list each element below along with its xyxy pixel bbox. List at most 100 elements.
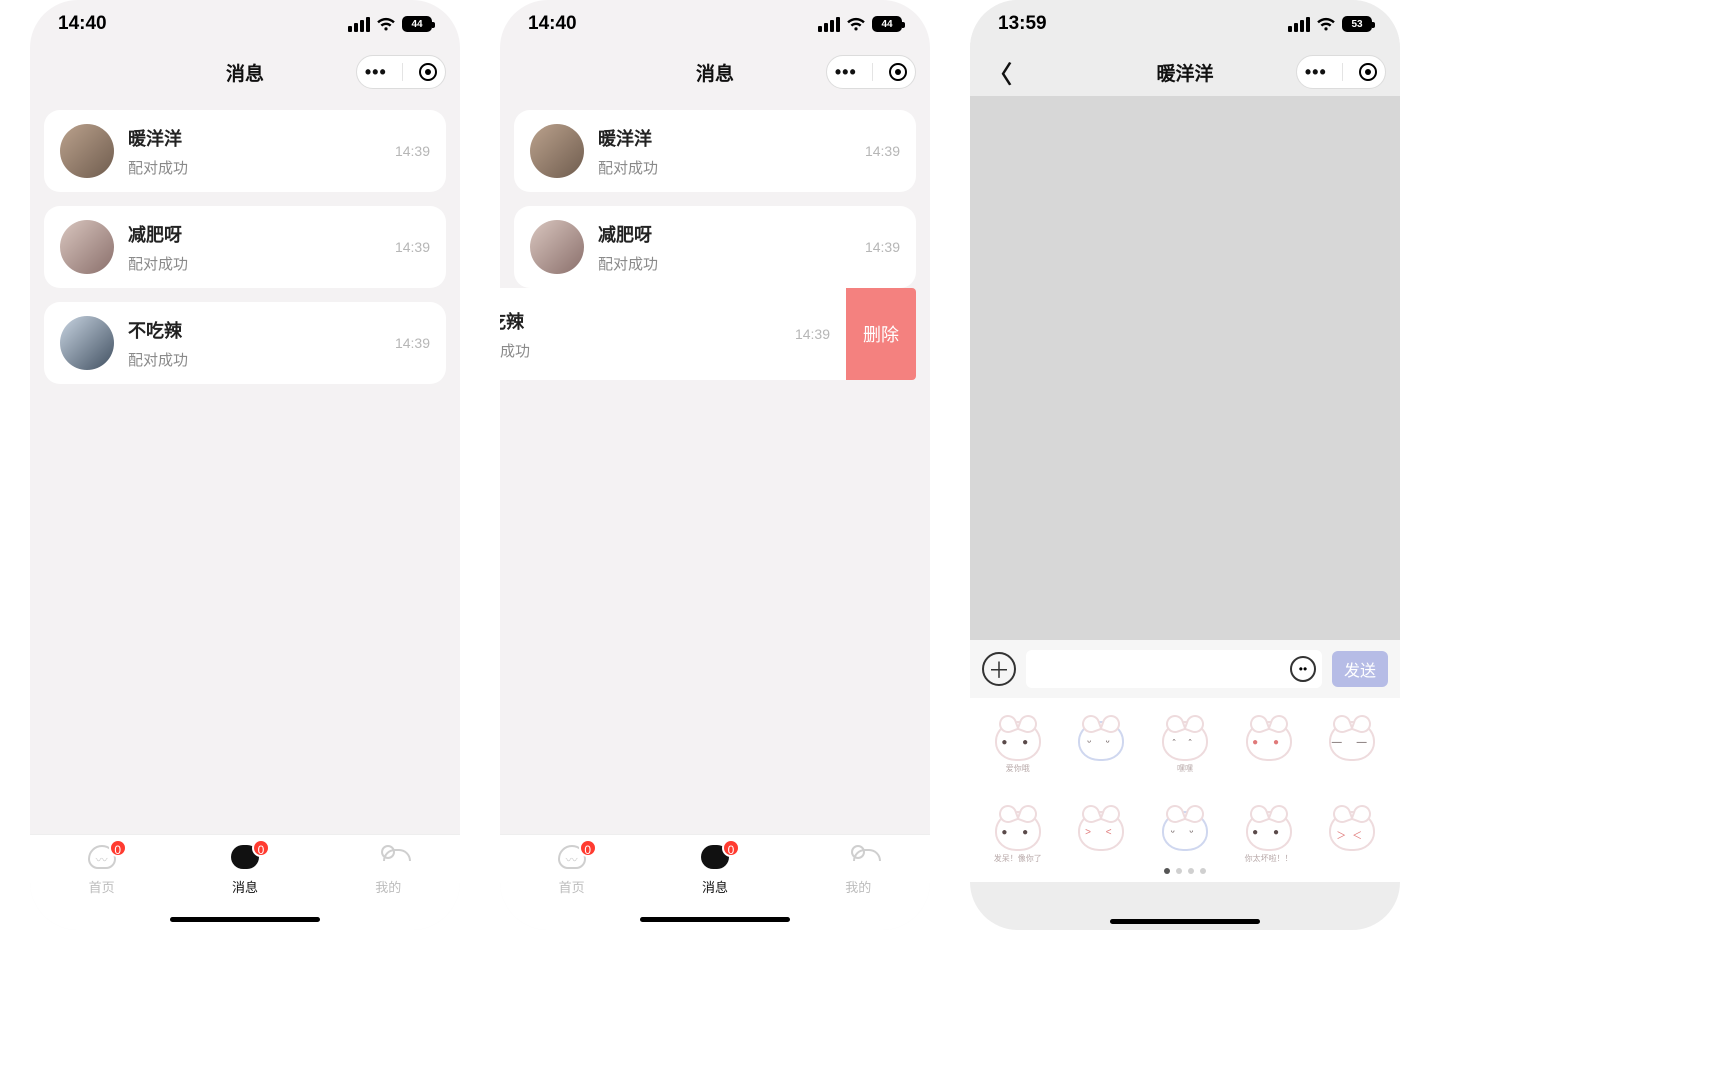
nav-home[interactable]: 首页 0 [57, 845, 147, 896]
home-indicator[interactable] [1110, 919, 1260, 924]
signal-icon [1288, 17, 1310, 32]
emoji-button[interactable]: •• [1290, 656, 1316, 682]
close-icon[interactable] [1359, 63, 1377, 81]
nav-home[interactable]: 首页 0 [527, 845, 617, 896]
conversation-item[interactable]: 减肥呀 配对成功 14:39 [44, 206, 446, 288]
avatar [60, 220, 114, 274]
conversation-preview: 配对成功 [128, 349, 381, 370]
title-bar: 消息 ••• [500, 48, 930, 96]
avatar [530, 124, 584, 178]
conversation-item-swiped[interactable]: 删除 不吃辣 配对成功 14:39 [514, 288, 916, 380]
nav-mine[interactable]: 我的 [343, 845, 433, 896]
page-title: 消息 [696, 59, 734, 86]
back-button[interactable]: 〈 [988, 55, 1012, 90]
avatar [60, 124, 114, 178]
conversation-time: 14:39 [395, 335, 430, 351]
conversation-preview: 配对成功 [128, 253, 381, 274]
conversation-name: 不吃辣 [128, 317, 381, 343]
battery-icon: 44 [402, 16, 432, 32]
miniapp-capsule[interactable]: ••• [826, 55, 916, 89]
conversation-time: 14:39 [865, 143, 900, 159]
conversation-item[interactable]: 暖洋洋 配对成功 14:39 [44, 110, 446, 192]
nav-label: 消息 [232, 880, 258, 895]
nav-label: 消息 [702, 880, 728, 895]
close-icon[interactable] [419, 63, 437, 81]
conversation-time: 14:39 [865, 239, 900, 255]
miniapp-capsule[interactable]: ••• [1296, 55, 1386, 89]
nav-label: 我的 [845, 880, 871, 895]
wifi-icon [376, 17, 396, 32]
status-bar: 14:40 44 [30, 0, 460, 48]
conversation-preview: 配对成功 [598, 253, 851, 274]
chat-input[interactable] [1026, 650, 1322, 688]
send-button[interactable]: 发送 [1332, 651, 1388, 687]
nav-badge: 0 [252, 839, 270, 857]
status-time: 13:59 [998, 13, 1047, 35]
sticker-item[interactable]: ᵕ ᵕ [1157, 811, 1213, 867]
sticker-item[interactable]: — — [1324, 721, 1380, 777]
nav-messages[interactable]: 消息 0 [200, 845, 290, 896]
status-icons: 53 [1288, 16, 1372, 32]
page-title: 暖洋洋 [1156, 59, 1213, 86]
more-icon[interactable]: ••• [365, 62, 387, 83]
conversation-name: 不吃辣 [500, 308, 781, 334]
chat-messages-area[interactable] [970, 96, 1400, 640]
title-bar: 〈 暖洋洋 ••• [970, 48, 1400, 96]
sticker-pagination[interactable] [970, 868, 1400, 874]
conversation-item[interactable]: 暖洋洋 配对成功 14:39 [514, 110, 916, 192]
home-indicator[interactable] [640, 917, 790, 922]
conversation-preview: 配对成功 [598, 157, 851, 178]
sticker-item[interactable]: ● ● [1241, 721, 1297, 777]
conversation-item[interactable]: 不吃辣 配对成功 14:39 [500, 288, 846, 380]
conversation-time: 14:39 [395, 239, 430, 255]
home-indicator[interactable] [170, 917, 320, 922]
more-icon[interactable]: ••• [835, 62, 857, 83]
chat-input-bar: ＋ •• 发送 [970, 640, 1400, 698]
status-time: 14:40 [58, 13, 107, 35]
bottom-nav: 首页 0 消息 0 我的 [30, 834, 460, 930]
status-icons: 44 [818, 16, 902, 32]
wifi-icon [1316, 17, 1336, 32]
signal-icon [818, 17, 840, 32]
conversation-preview: 配对成功 [500, 340, 781, 361]
page-title: 消息 [226, 59, 264, 86]
conversation-item[interactable]: 减肥呀 配对成功 14:39 [514, 206, 916, 288]
status-icons: 44 [348, 16, 432, 32]
battery-icon: 53 [1342, 16, 1372, 32]
sticker-item[interactable]: ＞＜ [1324, 811, 1380, 867]
more-icon[interactable]: ••• [1305, 62, 1327, 83]
conversation-name: 减肥呀 [128, 221, 381, 247]
conversation-time: 14:39 [795, 326, 830, 342]
close-icon[interactable] [889, 63, 907, 81]
sticker-item[interactable]: ● ●爱你哦 [990, 721, 1046, 777]
conversation-name: 减肥呀 [598, 221, 851, 247]
sticker-panel: ● ●爱你哦 ᵕ ᵕ ＾＾嘿嘿 ● ● — — ● ●发呆！像你了 > < ᵕ … [970, 698, 1400, 882]
status-bar: 13:59 53 [970, 0, 1400, 48]
wifi-icon [846, 17, 866, 32]
nav-badge: 0 [579, 839, 597, 857]
title-bar: 消息 ••• [30, 48, 460, 96]
nav-messages[interactable]: 消息 0 [670, 845, 760, 896]
sticker-item[interactable]: ᵕ ᵕ [1073, 721, 1129, 777]
person-icon [851, 845, 865, 859]
attach-button[interactable]: ＋ [982, 652, 1016, 686]
nav-badge: 0 [722, 839, 740, 857]
nav-label: 首页 [559, 880, 585, 895]
avatar [60, 316, 114, 370]
sticker-item[interactable]: ● ●你太坏啦！！ [1241, 811, 1297, 867]
message-list: 暖洋洋 配对成功 14:39 减肥呀 配对成功 14:39 [500, 96, 930, 288]
sticker-item[interactable]: ● ●发呆！像你了 [990, 811, 1046, 867]
nav-label: 首页 [89, 880, 115, 895]
delete-button[interactable]: 删除 [846, 288, 916, 380]
sticker-item[interactable]: ＾＾嘿嘿 [1157, 721, 1213, 777]
conversation-item[interactable]: 不吃辣 配对成功 14:39 [44, 302, 446, 384]
screen-message-list: 14:40 44 消息 ••• 暖洋洋 配对成功 14:39 [30, 0, 460, 930]
miniapp-capsule[interactable]: ••• [356, 55, 446, 89]
sticker-item[interactable]: > < [1073, 811, 1129, 867]
nav-mine[interactable]: 我的 [813, 845, 903, 896]
conversation-time: 14:39 [395, 143, 430, 159]
screen-message-list-swipe: 14:40 44 消息 ••• 暖洋洋 配对成功 14:39 [500, 0, 930, 930]
status-bar: 14:40 44 [500, 0, 930, 48]
conversation-name: 暖洋洋 [598, 125, 851, 151]
person-icon [381, 845, 395, 859]
